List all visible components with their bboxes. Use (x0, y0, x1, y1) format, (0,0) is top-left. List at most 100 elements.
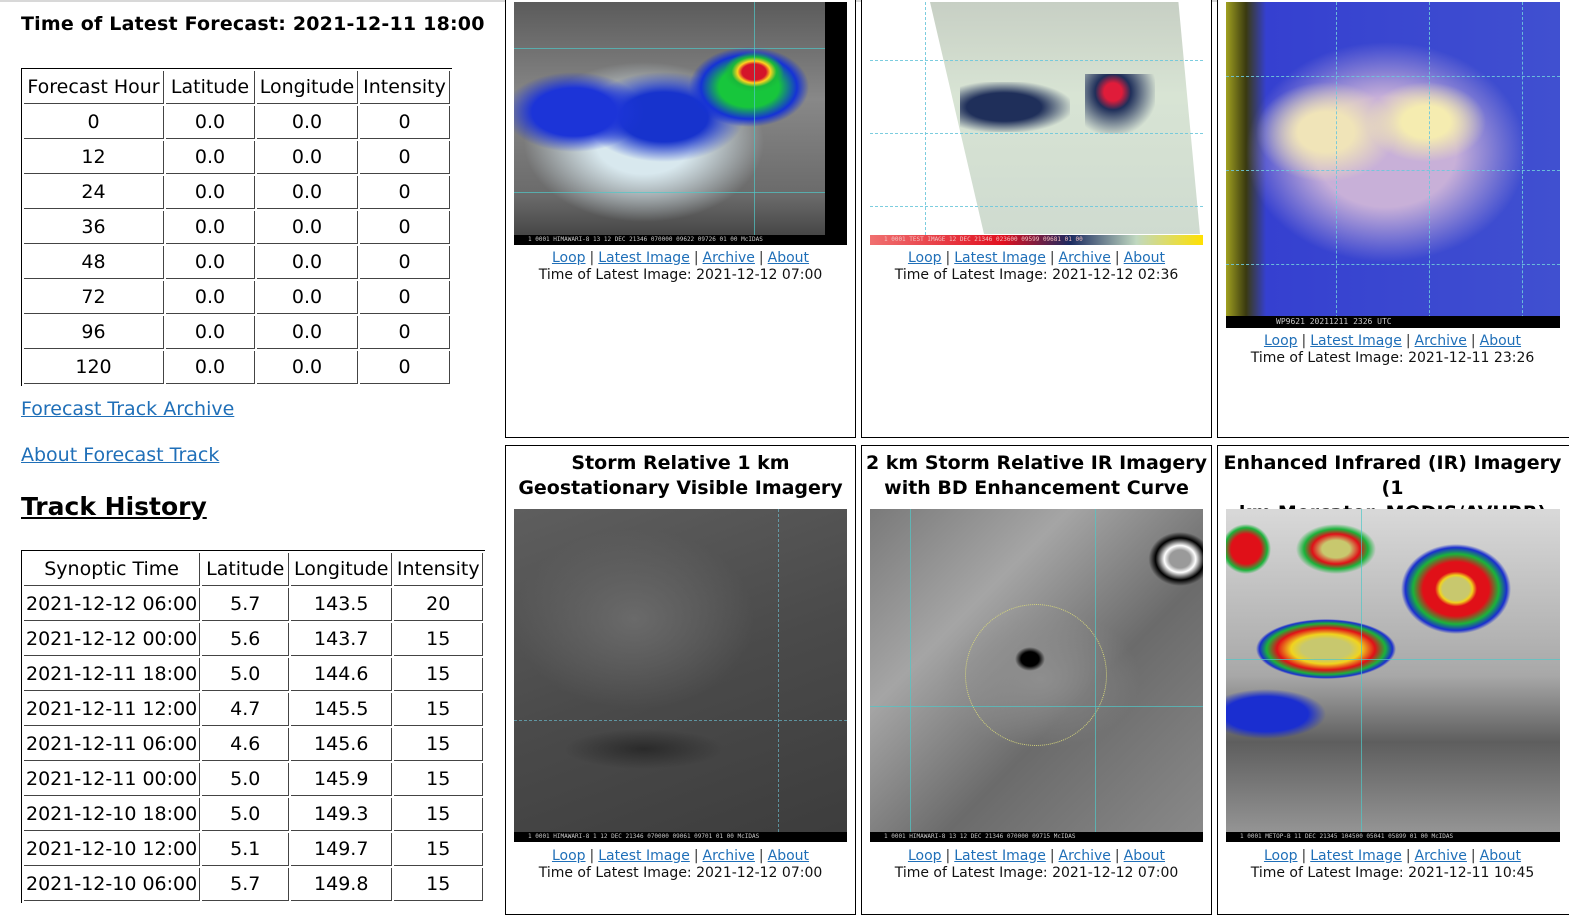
lat-gridline (1226, 76, 1560, 77)
separator: | (1301, 333, 1307, 349)
latest-image-link[interactable]: Latest Image (598, 848, 690, 864)
archive-link[interactable]: Archive (703, 250, 755, 266)
separator: | (1470, 848, 1476, 864)
forecast-hour-cell: 72 (24, 281, 164, 314)
loop-link[interactable]: Loop (1264, 848, 1298, 864)
forecast-time-heading: Time of Latest Forecast: 2021-12-11 18:0… (21, 13, 485, 35)
lat-gridline (514, 720, 847, 722)
forecast-hour-cell: 12 (24, 141, 164, 174)
about-link[interactable]: About (1124, 250, 1165, 266)
forecast-hour-cell: 36 (24, 211, 164, 244)
intensity-cell: 15 (394, 623, 484, 656)
satellite-image-ir-enhanced[interactable]: 1 0001 HIMAWARI-8 13 12 DEC 21346 070000… (514, 2, 847, 245)
table-row: 2021-12-11 12:00 4.7 145.5 15 (24, 693, 484, 726)
synoptic-time-cell: 2021-12-10 18:00 (24, 798, 201, 831)
table-row: 2021-12-10 12:00 5.1 149.7 15 (24, 833, 484, 866)
lon-gridline (1522, 2, 1523, 328)
longitude-cell: 0.0 (257, 316, 358, 349)
image-links: Loop | Latest Image | Archive | About (506, 848, 855, 865)
loop-link[interactable]: Loop (1264, 333, 1298, 349)
forecast-track-archive-link[interactable]: Forecast Track Archive (21, 398, 234, 420)
archive-link[interactable]: Archive (703, 848, 755, 864)
column-header: Synoptic Time (24, 553, 201, 586)
panel-title-line: Geostationary Visible Imagery (518, 477, 843, 499)
image-caption-strip: 1 0001 HIMAWARI-8 1 12 DEC 21346 070000 … (514, 832, 847, 842)
intensity-cell: 0 (360, 351, 450, 384)
panel-title-line: with BD Enhancement Curve (884, 477, 1189, 499)
about-link[interactable]: About (768, 250, 809, 266)
table-row: 2021-12-11 18:00 5.0 144.6 15 (24, 658, 484, 691)
latest-image-link[interactable]: Latest Image (598, 250, 690, 266)
column-header: Intensity (394, 553, 484, 586)
image-caption-strip: 1 0001 HIMAWARI-8 13 12 DEC 21346 070000… (870, 832, 1203, 842)
latitude-cell: 0.0 (166, 351, 255, 384)
archive-link[interactable]: Archive (1059, 848, 1111, 864)
satellite-image-visible[interactable]: 1 0001 HIMAWARI-8 1 12 DEC 21346 070000 … (514, 509, 847, 842)
intensity-cell: 15 (394, 798, 484, 831)
separator: | (1049, 848, 1055, 864)
latest-image-time: Time of Latest Image: 2021-12-12 02:36 (894, 267, 1179, 283)
image-edge-mask (825, 2, 847, 235)
satellite-panel-microwave: 1 0001 TEST IMAGE 12 DEC 21346 023600 09… (861, 0, 1212, 438)
longitude-cell: 0.0 (257, 351, 358, 384)
longitude-cell: 144.6 (291, 658, 393, 691)
satellite-image-microwave[interactable]: 1 0001 TEST IMAGE 12 DEC 21346 023600 09… (870, 2, 1203, 245)
synoptic-time-cell: 2021-12-11 06:00 (24, 728, 201, 761)
forecast-hour-cell: 120 (24, 351, 164, 384)
archive-link[interactable]: Archive (1059, 250, 1111, 266)
latitude-cell: 5.0 (202, 798, 290, 831)
loop-link[interactable]: Loop (908, 250, 942, 266)
about-link[interactable]: About (768, 848, 809, 864)
separator: | (1470, 333, 1476, 349)
satellite-panel-ir-color: 1 0001 HIMAWARI-8 13 12 DEC 21346 070000… (505, 0, 856, 438)
about-forecast-track-link[interactable]: About Forecast Track (21, 444, 219, 466)
forecast-hour-cell: 48 (24, 246, 164, 279)
image-caption-strip: WP9621 20211211 2326 UTC (1226, 316, 1560, 328)
archive-link[interactable]: Archive (1415, 333, 1467, 349)
satellite-image-bd-enhancement[interactable]: 1 0001 HIMAWARI-8 13 12 DEC 21346 070000… (870, 509, 1203, 842)
intensity-cell: 15 (394, 763, 484, 796)
satellite-panel-true-color: WP9621 20211211 2326 UTC Loop | Latest Ima… (1217, 0, 1569, 438)
latitude-cell: 4.6 (202, 728, 290, 761)
table-row: 2021-12-12 06:00 5.7 143.5 20 (24, 588, 484, 621)
image-links: Loop | Latest Image | Archive | About (862, 848, 1211, 865)
intensity-cell: 0 (360, 176, 450, 209)
loop-link[interactable]: Loop (908, 848, 942, 864)
about-link[interactable]: About (1480, 848, 1521, 864)
latitude-cell: 0.0 (166, 106, 255, 139)
image-links: Loop | Latest Image | Archive | About (506, 250, 855, 267)
latitude-cell: 5.7 (202, 868, 290, 901)
synoptic-time-cell: 2021-12-10 12:00 (24, 833, 201, 866)
lon-gridline (1361, 509, 1362, 842)
synoptic-time-cell: 2021-12-10 06:00 (24, 868, 201, 901)
intensity-cell: 15 (394, 833, 484, 866)
intensity-cell: 0 (360, 281, 450, 314)
image-links: Loop | Latest Image | Archive | About (862, 250, 1211, 267)
satellite-image-true-color[interactable]: WP9621 20211211 2326 UTC (1226, 2, 1560, 328)
latest-image-link[interactable]: Latest Image (1310, 848, 1402, 864)
satellite-image-enhanced-ir[interactable]: 1 0001 METOP-B 11 DEC 21345 104500 05041… (1226, 509, 1560, 842)
lat-gridline (514, 48, 847, 49)
latitude-cell: 5.0 (202, 763, 290, 796)
latitude-cell: 0.0 (166, 316, 255, 349)
latitude-cell: 5.7 (202, 588, 290, 621)
about-link[interactable]: About (1124, 848, 1165, 864)
latest-image-link[interactable]: Latest Image (954, 250, 1046, 266)
lat-gridline (870, 133, 1203, 134)
loop-link[interactable]: Loop (552, 250, 586, 266)
separator: | (1405, 848, 1411, 864)
loop-link[interactable]: Loop (552, 848, 586, 864)
latest-image-link[interactable]: Latest Image (954, 848, 1046, 864)
longitude-cell: 0.0 (257, 106, 358, 139)
column-header: Longitude (291, 553, 393, 586)
archive-link[interactable]: Archive (1415, 848, 1467, 864)
longitude-cell: 145.9 (291, 763, 393, 796)
separator: | (758, 250, 764, 266)
table-row: 12 0.0 0.0 0 (24, 141, 450, 174)
separator: | (693, 848, 699, 864)
lat-gridline (1226, 170, 1560, 171)
table-row: 48 0.0 0.0 0 (24, 246, 450, 279)
latest-image-link[interactable]: Latest Image (1310, 333, 1402, 349)
about-link[interactable]: About (1480, 333, 1521, 349)
forecast-table: Forecast Hour Latitude Longitude Intensi… (21, 68, 452, 386)
